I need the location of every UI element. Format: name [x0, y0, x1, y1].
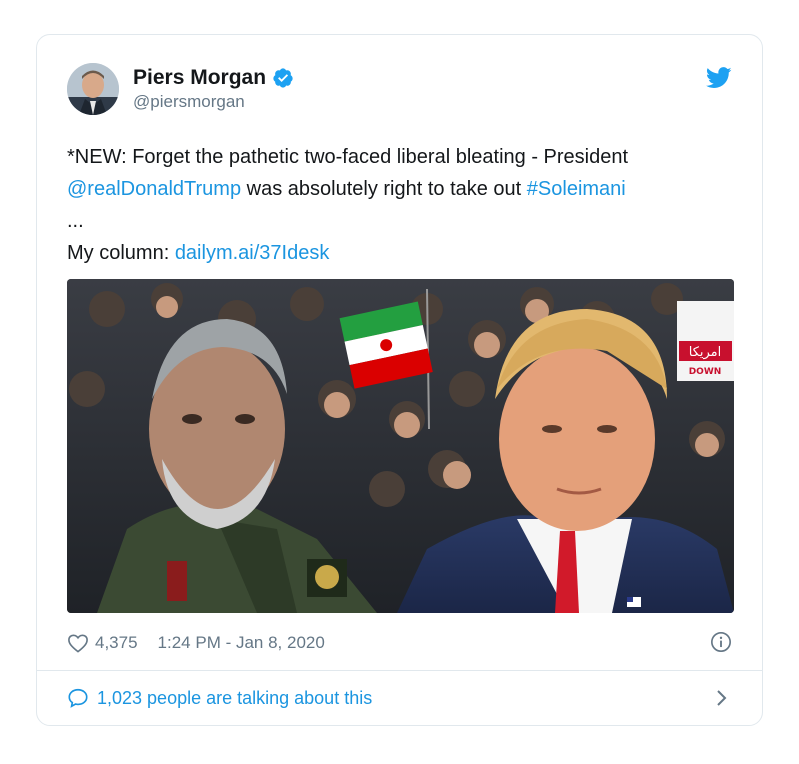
chevron-right-icon: [717, 690, 727, 706]
tweet-card: Piers Morgan @piersmorgan *NEW: Forget t…: [36, 34, 763, 726]
tweet-media-image[interactable]: امریکا DOWN: [67, 279, 734, 613]
media-photo: امریکا DOWN: [67, 279, 734, 613]
tweet-line-2: @realDonaldTrump was absolutely right to…: [67, 173, 738, 205]
hashtag-link[interactable]: #Soleimani: [527, 178, 626, 200]
tweet-stats: 4,375 1:24 PM - Jan 8, 2020: [67, 629, 732, 657]
author-display-name[interactable]: Piers Morgan: [133, 65, 266, 91]
sign-text: امریکا: [689, 345, 722, 360]
footer-divider: [37, 670, 762, 671]
heart-icon[interactable]: [67, 633, 89, 653]
author-avatar[interactable]: [67, 63, 119, 115]
sign-subtext: DOWN: [689, 367, 722, 377]
twitter-bird-icon[interactable]: [706, 67, 732, 89]
tweet-line-2-text: was absolutely right to take out: [241, 178, 527, 200]
verified-badge-icon: [273, 68, 293, 88]
mention-link[interactable]: @realDonaldTrump: [67, 178, 241, 200]
author-names: Piers Morgan @piersmorgan: [133, 65, 294, 112]
info-icon[interactable]: [710, 631, 732, 653]
tweet-line-1: *NEW: Forget the pathetic two-faced libe…: [67, 146, 629, 168]
talking-about-link[interactable]: 1,023 people are talking about this: [67, 683, 732, 713]
tweet-text: *NEW: Forget the pathetic two-faced libe…: [67, 141, 738, 269]
speech-bubble-icon: [68, 688, 88, 708]
tweet-timestamp[interactable]: 1:24 PM - Jan 8, 2020: [158, 633, 325, 653]
avatar-image: [67, 63, 119, 115]
tweet-header: Piers Morgan @piersmorgan: [67, 63, 732, 119]
talking-about-label: 1,023 people are talking about this: [97, 687, 373, 708]
tweet-line-4: My column: dailym.ai/37Idesk: [67, 237, 738, 269]
column-link[interactable]: dailym.ai/37Idesk: [175, 242, 330, 264]
author-handle[interactable]: @piersmorgan: [133, 92, 294, 112]
like-count[interactable]: 4,375: [95, 633, 138, 653]
column-label: My column:: [67, 242, 175, 264]
tweet-ellipsis: ...: [67, 210, 84, 232]
